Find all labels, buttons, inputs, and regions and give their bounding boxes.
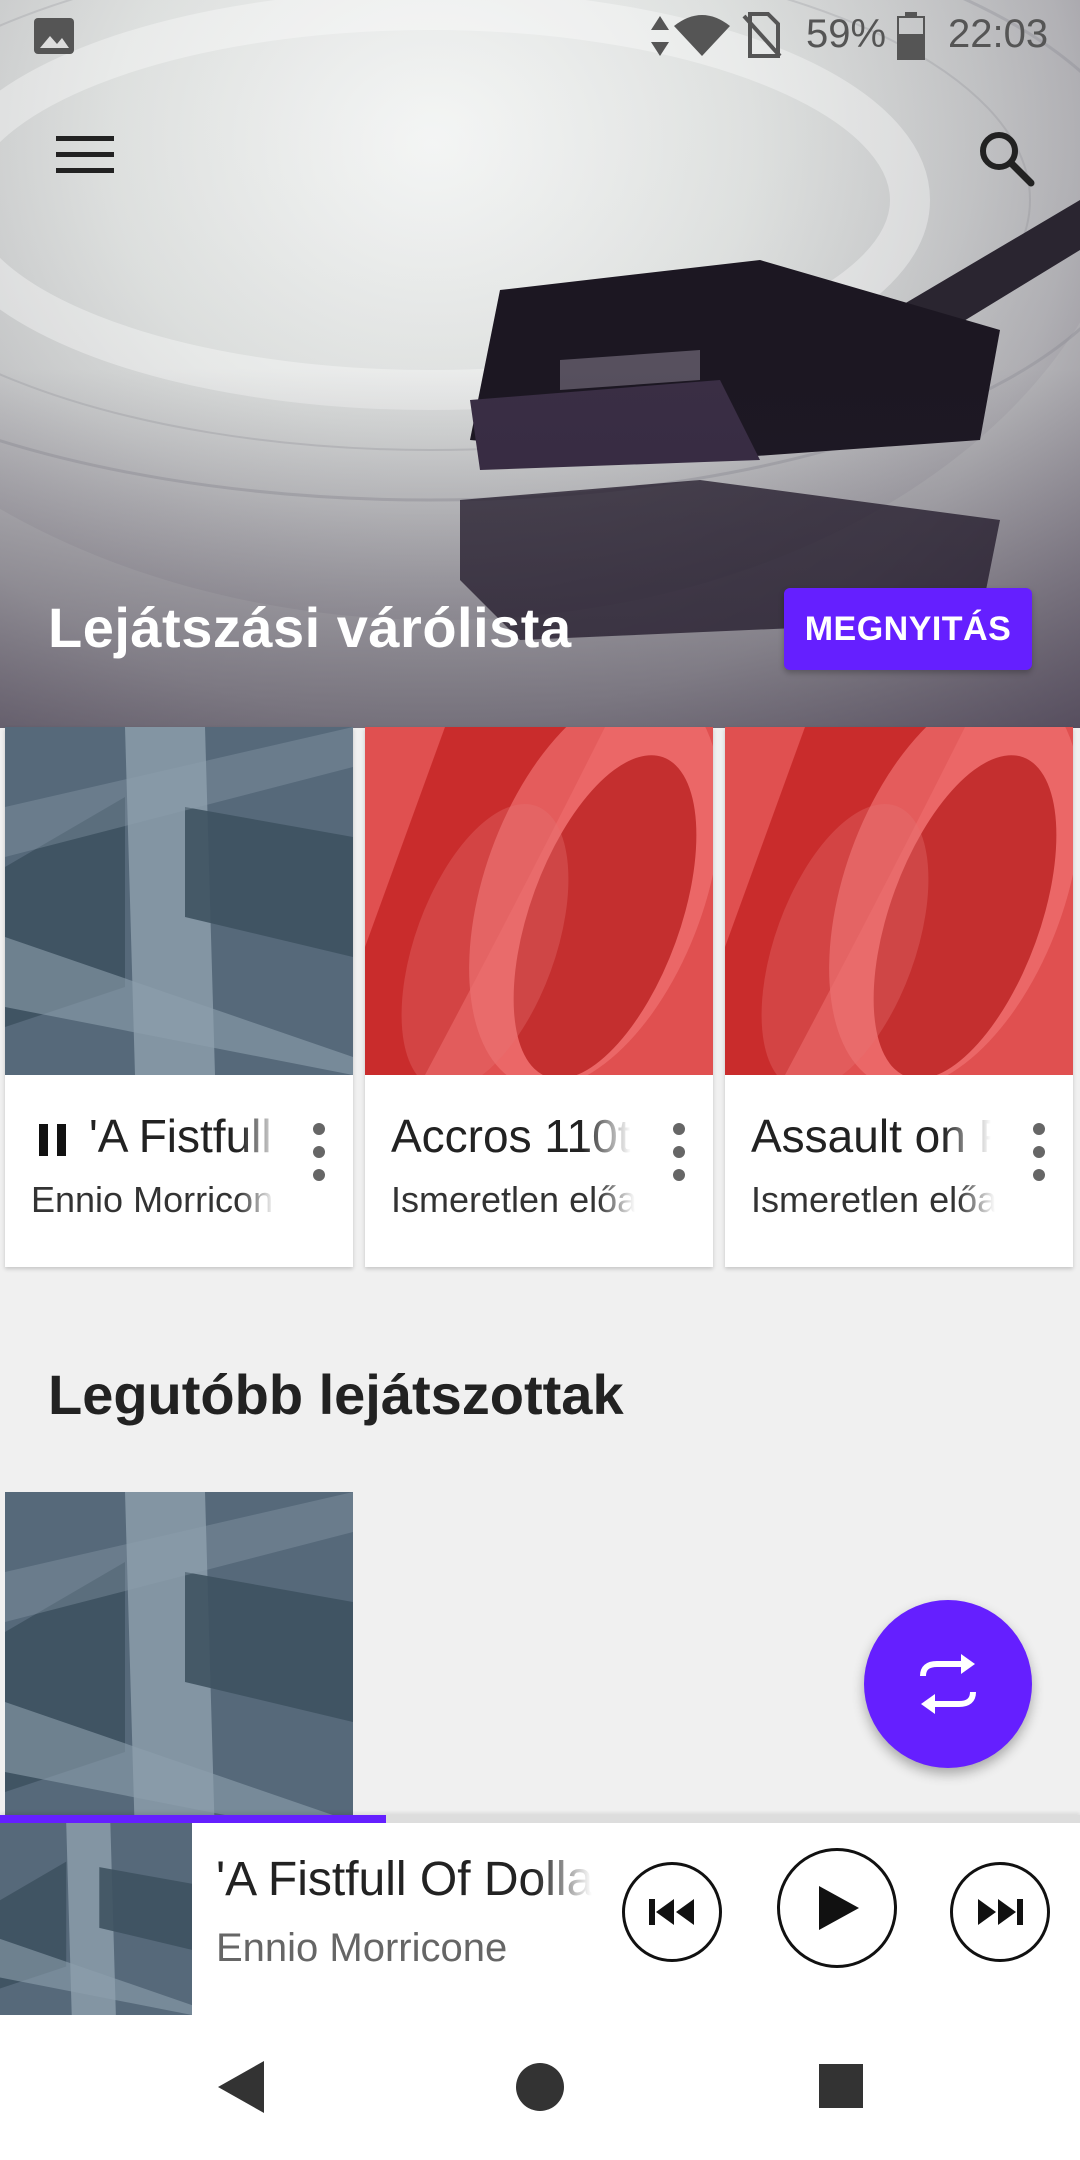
no-sim-icon [742, 12, 782, 58]
skip-previous-icon [649, 1899, 694, 1925]
search-button[interactable] [966, 118, 1046, 198]
wifi-icon [674, 15, 730, 56]
back-icon[interactable] [214, 2059, 270, 2115]
more-options-icon[interactable] [1019, 1117, 1059, 1187]
previous-button[interactable] [622, 1862, 722, 1962]
home-icon[interactable] [514, 2061, 566, 2113]
card-title: Accros 110th Street [391, 1110, 631, 1162]
next-button[interactable] [950, 1862, 1050, 1962]
album-art [5, 727, 353, 1075]
album-art [725, 727, 1073, 1075]
more-options-icon[interactable] [659, 1117, 699, 1187]
repeat-icon [920, 1654, 976, 1714]
menu-icon [56, 136, 114, 173]
skip-next-icon [978, 1899, 1023, 1925]
card-title: 'A Fistfull Of Dollars [89, 1110, 279, 1162]
queue-card[interactable]: Assault on Precinct 13 Ismeretlen előadó [725, 727, 1073, 1267]
play-button[interactable] [777, 1848, 897, 1968]
album-art [365, 727, 713, 1075]
recents-icon[interactable] [818, 2063, 864, 2109]
card-subtitle: Ennio Morricone [31, 1179, 275, 1220]
player-album-art [0, 1823, 192, 2015]
player-track-title: 'A Fistfull Of Dollars [216, 1853, 592, 1906]
more-options-icon[interactable] [299, 1117, 339, 1187]
pause-icon [39, 1124, 66, 1156]
clock: 22:03 [948, 12, 1049, 56]
card-subtitle: Ismeretlen előadó [391, 1179, 635, 1220]
battery-percent: 59% [806, 12, 887, 56]
data-arrows-icon [651, 16, 669, 56]
open-queue-button[interactable]: MEGNYITÁS [784, 588, 1032, 670]
player-artist: Ennio Morricone [216, 1926, 508, 1970]
queue-card[interactable]: Accros 110th Street Ismeretlen előadó [365, 727, 713, 1267]
search-icon [980, 132, 1035, 187]
repeat-fab[interactable] [864, 1600, 1032, 1768]
recent-album-art[interactable] [5, 1492, 353, 1822]
card-title: Assault on Precinct 13 [751, 1110, 991, 1162]
play-icon [819, 1886, 859, 1930]
battery-icon [897, 12, 925, 60]
card-subtitle: Ismeretlen előadó [751, 1179, 995, 1220]
queue-card[interactable]: 'A Fistfull Of Dollars Ennio Morricone [5, 727, 353, 1267]
playback-progress-fill [0, 1815, 386, 1823]
menu-button[interactable] [40, 120, 130, 190]
queue-title: Lejátszási várólista [48, 596, 572, 659]
recent-title: Legutóbb lejátszottak [48, 1363, 624, 1426]
gallery-notification-icon [34, 18, 74, 54]
